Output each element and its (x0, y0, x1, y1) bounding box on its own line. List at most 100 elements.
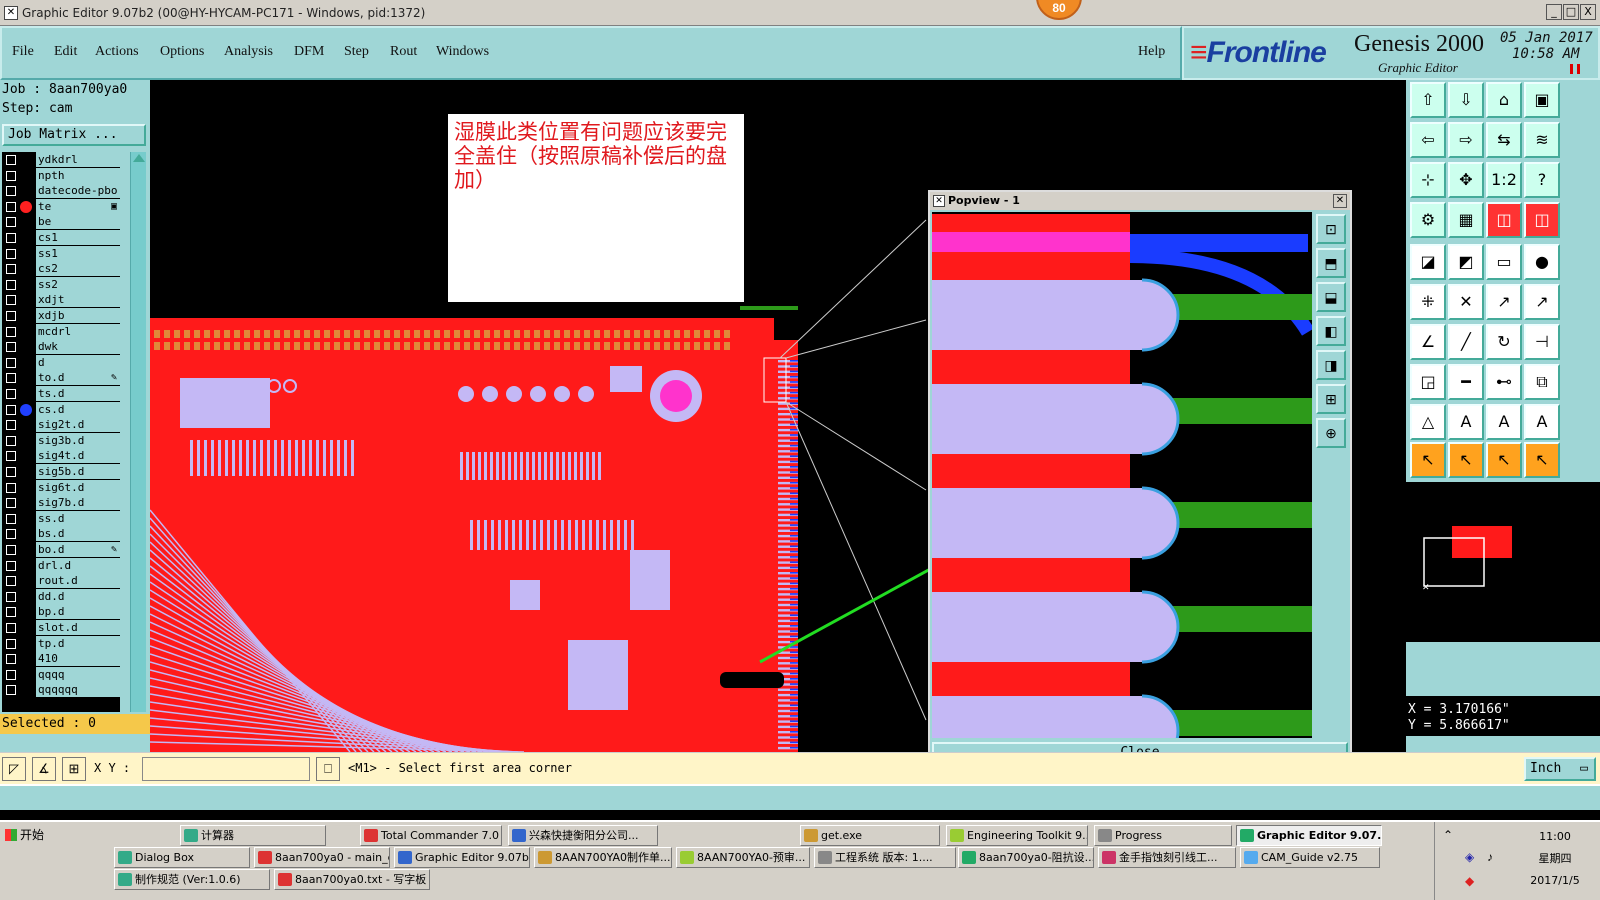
cmd-info-icon[interactable]: ⎕ (316, 757, 340, 781)
menu-windows[interactable]: Windows (436, 44, 489, 60)
tool-triangle-icon[interactable]: △ (1410, 404, 1446, 440)
tool-feature-info-icon[interactable]: ◪ (1410, 244, 1446, 280)
job-matrix-button[interactable]: Job Matrix ... (2, 124, 146, 146)
layer-row[interactable]: to.d ✎ (2, 370, 120, 386)
tool-zoom-center-icon[interactable]: ✥ (1448, 162, 1484, 198)
layer-row[interactable]: sig4t.d (2, 448, 120, 464)
layer-checkbox[interactable] (6, 467, 16, 477)
tool-ruler-icon[interactable]: ▭ (1486, 244, 1522, 280)
tool-copy-icon[interactable]: ⧉ (1524, 364, 1560, 400)
menu-help[interactable]: Help (1138, 44, 1165, 60)
taskbar-button[interactable]: Graphic Editor 9.07... (1236, 825, 1382, 846)
layer-row[interactable]: tp.d (2, 635, 120, 652)
popview-close-icon[interactable]: ✕ (1333, 194, 1347, 208)
tool-zoom-fit-icon[interactable]: ⊹ (1410, 162, 1446, 198)
layer-checkbox[interactable] (6, 357, 16, 368)
layer-checkbox[interactable] (6, 186, 16, 197)
tool-dimension-icon[interactable]: ⊷ (1486, 364, 1522, 400)
tool-select-net-icon[interactable]: ↖ (1524, 442, 1560, 478)
layer-row[interactable]: qqqqqq (2, 682, 120, 698)
taskbar-button[interactable]: 8AAN700YA0制作单... (534, 847, 672, 868)
menu-actions[interactable]: Actions (95, 44, 139, 60)
overview-svg[interactable]: ✕ (1406, 482, 1600, 642)
tool-layer-down-icon[interactable]: ◫ (1524, 202, 1560, 238)
layer-checkbox[interactable] (6, 311, 16, 321)
layer-checkbox[interactable] (6, 623, 16, 633)
tool-text-a-edit-icon[interactable]: A (1524, 404, 1560, 440)
taskbar-button[interactable]: Dialog Box (114, 847, 250, 868)
layer-row[interactable]: bp.d (2, 604, 120, 620)
popview-zoom[interactable] (932, 212, 1312, 738)
taskbar-button[interactable]: 工程系统 版本: 1.... (814, 847, 956, 868)
layer-row[interactable]: sig2t.d (2, 417, 120, 433)
layer-checkbox[interactable] (6, 217, 16, 228)
layer-checkbox[interactable] (6, 513, 16, 524)
taskbar-button[interactable]: 8aan700ya0 - main_qa (254, 847, 390, 868)
layer-checkbox[interactable] (6, 201, 16, 212)
taskbar-button[interactable]: Engineering Toolkit 9.... (946, 825, 1088, 846)
layer-row[interactable]: npth (2, 167, 120, 184)
layer-checkbox[interactable] (6, 248, 16, 259)
taskbar-button[interactable]: 8aan700ya0.txt - 写字板 (274, 869, 430, 890)
layer-checkbox[interactable] (6, 545, 16, 555)
layer-checkbox[interactable] (6, 342, 16, 353)
layer-row[interactable]: bo.d ✎ (2, 542, 120, 558)
tool-redraw-icon[interactable]: ≋ (1524, 122, 1560, 158)
window-titlebar[interactable]: ✕ Graphic Editor 9.07b2 (00@HY-HYCAM-PC1… (0, 0, 1600, 26)
layer-row[interactable]: 410 (2, 651, 120, 667)
tool-text-a-icon[interactable]: A (1448, 404, 1484, 440)
menu-options[interactable]: Options (160, 44, 204, 60)
layer-checkbox[interactable] (6, 264, 16, 275)
tool-pan-up-icon[interactable]: ⇧ (1410, 82, 1446, 118)
taskbar-button[interactable]: 金手指蚀刻引线工... (1098, 847, 1236, 868)
menu-dfm[interactable]: DFM (294, 44, 324, 60)
tool-line-icon[interactable]: ∠ (1410, 324, 1446, 360)
maximize-button[interactable]: □ (1563, 4, 1579, 20)
tool-minus-icon[interactable]: ━ (1448, 364, 1484, 400)
layer-row[interactable]: rout.d (2, 573, 120, 589)
tool-connect-icon[interactable]: ⁜ (1410, 284, 1446, 320)
tool-dot-line-icon[interactable]: ↗ (1524, 284, 1560, 320)
layer-row[interactable]: qqqq (2, 666, 120, 683)
layer-row[interactable]: sig5b.d (2, 464, 120, 480)
popview-tool-zoom-home[interactable]: ⊡ (1316, 214, 1346, 244)
close-window-button[interactable]: X (1580, 4, 1596, 20)
popview-titlebar[interactable]: ✕ Popview - 1 ✕ (930, 192, 1350, 210)
tool-cross-icon[interactable]: ✕ (1448, 284, 1484, 320)
layer-row[interactable]: ss.d (2, 510, 120, 527)
layer-row[interactable]: be (2, 214, 120, 230)
popview-tool-pan-left[interactable]: ◧ (1316, 316, 1346, 346)
popview-tool-pan-down[interactable]: ⬓ (1316, 282, 1346, 312)
layer-checkbox[interactable] (6, 295, 16, 306)
taskbar-button[interactable]: get.exe (800, 825, 940, 846)
taskbar-button[interactable]: 计算器 (180, 825, 326, 846)
cmd-snap-icon[interactable]: ◸ (2, 757, 26, 781)
popview-window[interactable]: ✕ Popview - 1 ✕ ⊡ ⬒ ⬓ ◧ ◨ ⊞ ⊕ Close (928, 190, 1352, 752)
taskbar-button[interactable]: Graphic Editor 9.07b... (394, 847, 530, 868)
layer-row[interactable]: sig3b.d (2, 432, 120, 449)
overview-map[interactable]: ✕ (1406, 482, 1600, 642)
layer-row[interactable]: te ▣ (2, 198, 120, 215)
layer-checkbox[interactable] (6, 233, 16, 243)
popview-tool-pan-up[interactable]: ⬒ (1316, 248, 1346, 278)
tool-snap-icon[interactable]: ◩ (1448, 244, 1484, 280)
pause-icon[interactable] (1570, 64, 1580, 74)
tool-arc-icon[interactable]: ↻ (1486, 324, 1522, 360)
tool-select-icon[interactable]: ↖ (1410, 442, 1446, 478)
layer-row[interactable]: xdjb (2, 308, 120, 324)
graphics-canvas[interactable]: 湿膜此类位置有问题应该要完全盖住（按照原稿补偿后的盘加） ✕ Popview -… (150, 80, 1406, 752)
layer-row[interactable]: ydkdrl (2, 152, 120, 168)
tool-pan-left-icon[interactable]: ⇦ (1410, 122, 1446, 158)
units-dropdown[interactable]: Inch ▭ (1524, 757, 1596, 781)
layer-checkbox[interactable] (6, 420, 16, 431)
layer-checkbox[interactable] (6, 435, 16, 446)
popview-tool-fit[interactable]: ⊞ (1316, 384, 1346, 414)
layer-row[interactable]: drl.d (2, 557, 120, 574)
taskbar-button[interactable]: 制作规范 (Ver:1.0.6) (114, 869, 270, 890)
tray-network-icon[interactable]: ◈ (1465, 850, 1474, 864)
tool-pan-down-icon[interactable]: ⇩ (1448, 82, 1484, 118)
tool-bracket-icon[interactable]: ⊣ (1524, 324, 1560, 360)
menu-edit[interactable]: Edit (54, 44, 77, 60)
menu-step[interactable]: Step (344, 44, 369, 60)
taskbar-button[interactable]: 8aan700ya0-阻抗设... (958, 847, 1094, 868)
